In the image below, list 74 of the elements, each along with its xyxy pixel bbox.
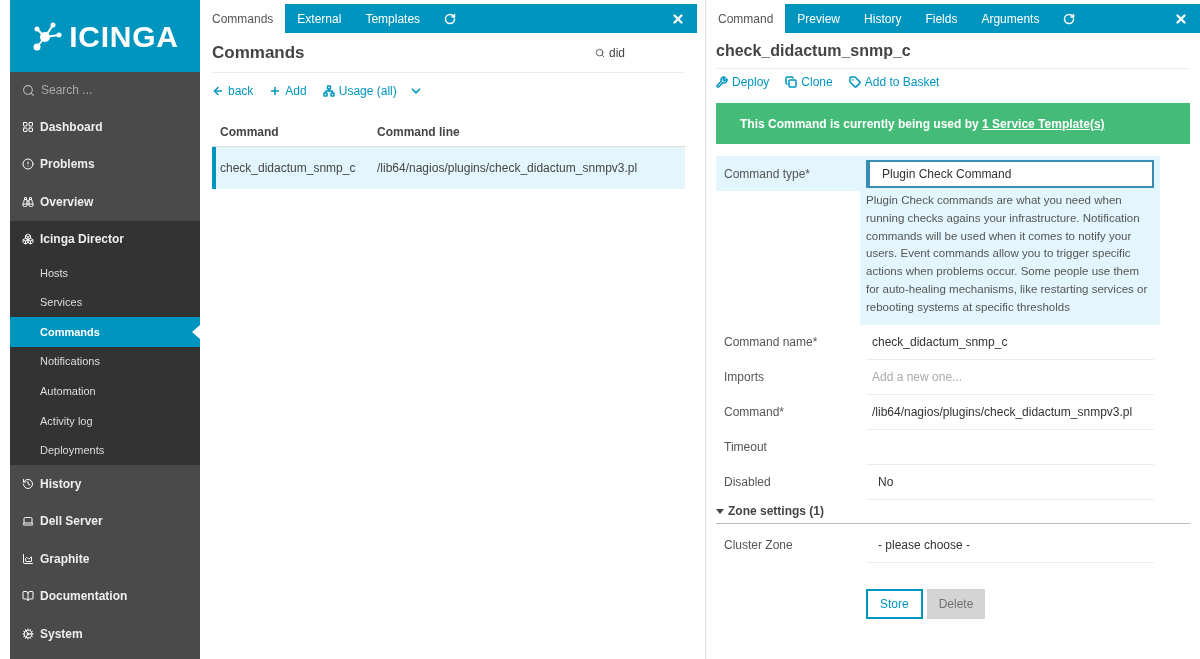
text-field[interactable]: check_didactum_snmp_c: [866, 324, 1154, 360]
plus-icon: [269, 85, 282, 97]
nav-item[interactable]: Documentation: [10, 577, 200, 616]
column-header: Command: [219, 123, 280, 141]
field-label: Command*: [723, 404, 786, 422]
action-link[interactable]: Add: [269, 82, 307, 100]
action-link[interactable]: back: [212, 82, 254, 100]
chart-icon: [22, 552, 34, 565]
wrench-icon: [716, 76, 728, 88]
table-row[interactable]: check_didactum_snmp_c /lib64/nagios/plugins/check_didactum_snmpv3.pl: [212, 147, 685, 189]
field-label: Command type*: [716, 156, 860, 191]
action-link[interactable]: Add to Basket: [848, 73, 940, 91]
select-field[interactable]: No: [866, 464, 1154, 500]
laptop-icon: [22, 515, 34, 528]
close-icon[interactable]: [1174, 11, 1188, 26]
filter-field[interactable]: did: [595, 43, 685, 62]
store-button[interactable]: Store: [866, 588, 923, 619]
search-icon: [22, 83, 35, 97]
pointer-icon: [192, 325, 200, 340]
nav-item[interactable]: Overview: [10, 183, 200, 221]
nav-item[interactable]: History: [10, 465, 200, 503]
action-link[interactable]: Deploy: [716, 73, 770, 91]
logo-text: ICINGA: [69, 18, 179, 55]
field-label: Imports: [723, 369, 765, 387]
arrow-left-icon: [212, 85, 224, 97]
grid-icon: [22, 120, 34, 133]
close-icon[interactable]: [671, 11, 685, 26]
sitemap-icon: [322, 85, 335, 97]
nav-item[interactable]: Icinga Director: [10, 220, 200, 258]
nav-item[interactable]: Graphite: [10, 540, 200, 578]
nav-subitem[interactable]: Automation: [10, 376, 200, 406]
page-title: Commands: [212, 41, 305, 64]
page-title: check_didactum_snmp_c: [716, 40, 911, 61]
search-input[interactable]: Search ...: [41, 81, 181, 99]
nav-subitem[interactable]: Activity log: [10, 405, 200, 436]
field-label: Timeout: [723, 439, 768, 457]
tab[interactable]: Commands: [200, 4, 286, 33]
gear-icon: [22, 627, 34, 640]
nav-subitem[interactable]: Services: [10, 287, 200, 318]
nav-item[interactable]: Dell Server: [10, 502, 200, 541]
search-icon: [595, 47, 605, 58]
action-link[interactable]: Usage (all): [322, 82, 397, 100]
field-label: Command name*: [723, 334, 819, 352]
text-field[interactable]: Add a new one...: [866, 359, 1154, 395]
binoculars-icon: [22, 195, 34, 208]
tab[interactable]: Command: [706, 4, 786, 33]
history-icon: [22, 477, 34, 490]
section-header[interactable]: Zone settings (1): [716, 499, 1190, 524]
text-field[interactable]: /lib64/nagios/plugins/check_didactum_snmpv3.pl: [866, 394, 1154, 430]
nav-subitem[interactable]: Hosts: [10, 258, 200, 288]
refresh-icon[interactable]: [1063, 12, 1076, 25]
nav-subitem[interactable]: Notifications: [10, 346, 200, 377]
alert-text: This Command is currently being used by: [740, 115, 980, 133]
alert-icon: [22, 158, 34, 171]
nav-subitem[interactable]: Deployments: [10, 435, 200, 466]
caret-down-icon: [716, 508, 724, 514]
copy-icon: [785, 76, 798, 88]
table-cell-text: check_didactum_snmp_c: [219, 160, 357, 177]
action-link[interactable]: Clone: [785, 73, 833, 91]
nav-item[interactable]: Problems: [10, 145, 200, 183]
nav-item[interactable]: Dashboard: [10, 108, 200, 146]
tag-icon: [848, 76, 861, 88]
refresh-icon[interactable]: [444, 12, 457, 25]
book-icon: [22, 590, 34, 603]
field-description: Plugin Check commands are what you need when running checks agains your infrastructure. Notification commands will be used when it comes to notify your users. Event commands allow you to trigger specific actions when problems occur. Some people use them for auto-healing mechanisms, like restarting services or rebooting systems at specific thresholds: [866, 193, 1149, 315]
field-label: Disabled: [723, 474, 772, 492]
nav-item[interactable]: System: [10, 615, 200, 653]
cubes-icon: [22, 233, 34, 246]
search-field[interactable]: Search ...: [10, 72, 200, 108]
select-field[interactable]: - please choose -: [866, 527, 1154, 563]
select-field[interactable]: Plugin Check Command: [866, 160, 1154, 188]
field-label: Cluster Zone: [723, 537, 794, 555]
column-header: Command line: [377, 123, 461, 141]
table-cell-text: /lib64/nagios/plugins/check_didactum_snmpv3.pl: [377, 160, 639, 177]
